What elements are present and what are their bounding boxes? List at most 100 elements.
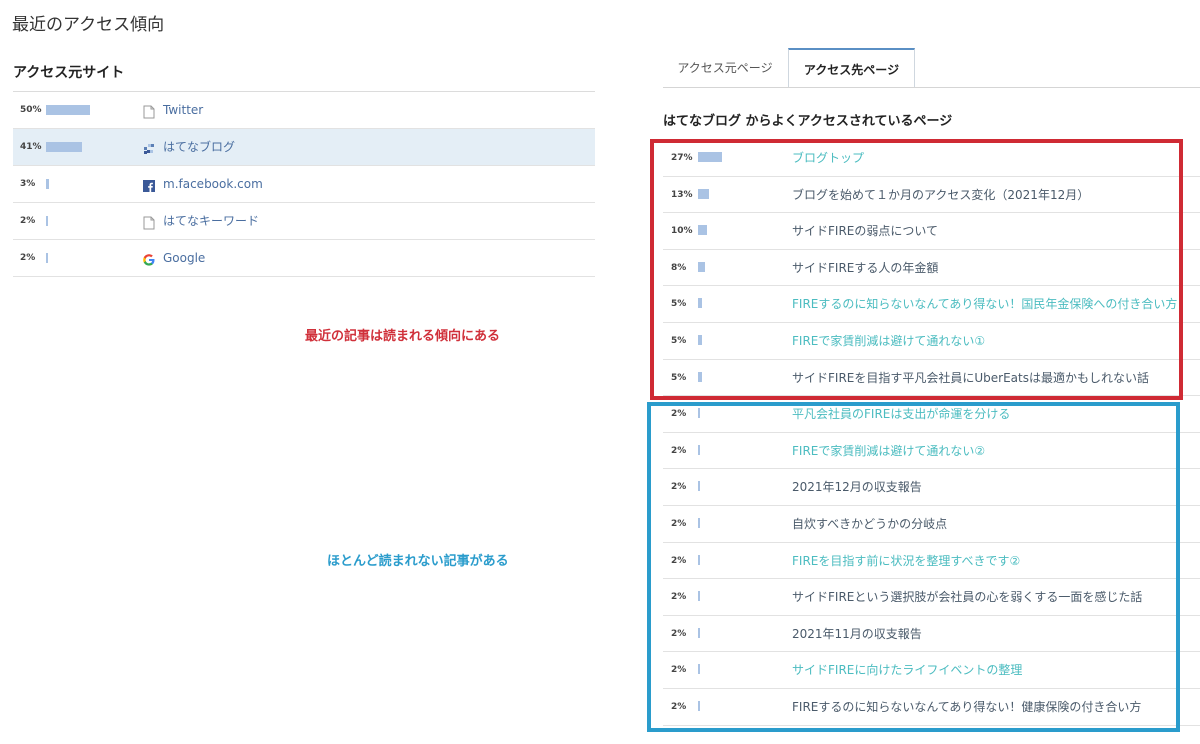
share-bar <box>698 408 700 419</box>
page-link[interactable]: サイドFIREを目指す平凡会社員にUberEatsは最適かもしれない話 <box>792 360 1149 396</box>
annotation-red-note: 最近の記事は読まれる傾向にある <box>305 329 501 344</box>
destination-row[interactable]: 2% FIREを目指す前に状況を整理すべきです② <box>663 543 1200 580</box>
destination-row[interactable]: 5% FIREで家賃削減は避けて通れない① <box>663 323 1200 360</box>
page-link[interactable]: 平凡会社員のFIREは支出が命運を分ける <box>792 396 1010 432</box>
page-link[interactable]: 2021年11月の収支報告 <box>792 616 922 652</box>
share-bar <box>698 517 700 528</box>
tab-destination-pages[interactable]: アクセス先ページ <box>788 48 915 88</box>
share-percent: 2% <box>671 628 687 639</box>
page-link[interactable]: FIREで家賃削減は避けて通れない② <box>792 433 985 469</box>
page-link[interactable]: サイドFIREという選択肢が会社員の心を弱くする一面を感じた話 <box>792 579 1142 615</box>
page-link[interactable]: 2021年12月の収支報告 <box>792 469 922 505</box>
destination-pages-list: 27% ブログトップ 13% ブログを始めて１か月のアクセス変化（2021年12月） 1… <box>663 140 1200 726</box>
destination-row[interactable]: 10% サイドFIREの弱点について <box>663 213 1200 250</box>
referrer-link[interactable]: はてなキーワード <box>163 203 259 240</box>
referrer-row[interactable]: 2% はてなキーワード <box>13 203 595 240</box>
share-bar <box>46 253 48 263</box>
share-bar <box>698 334 703 345</box>
referrer-sites-heading: アクセス元サイト <box>13 60 595 92</box>
page-link[interactable]: サイドFIREの弱点について <box>792 213 938 249</box>
share-percent: 5% <box>671 335 687 346</box>
share-percent: 2% <box>671 555 687 566</box>
share-bar <box>698 261 706 272</box>
share-bar <box>46 216 48 226</box>
referrer-link[interactable]: Twitter <box>163 92 203 129</box>
share-bar <box>698 371 703 382</box>
page-link[interactable]: ブログトップ <box>792 140 864 176</box>
share-bar <box>46 105 90 115</box>
page-link[interactable]: 自炊すべきかどうかの分岐点 <box>792 506 947 542</box>
tab-divider <box>663 87 1200 88</box>
share-percent: 2% <box>20 216 36 226</box>
share-percent: 5% <box>671 372 687 383</box>
destination-row[interactable]: 2% サイドFIREに向けたライフイベントの整理 <box>663 652 1200 689</box>
page-link[interactable]: ブログを始めて１か月のアクセス変化（2021年12月） <box>792 177 1089 213</box>
share-bar <box>698 664 700 675</box>
share-bar <box>46 142 83 152</box>
destination-row[interactable]: 2% FIREするのに知らないなんてあり得ない！健康保険の付き合い方 <box>663 689 1200 726</box>
page-link[interactable]: サイドFIREに向けたライフイベントの整理 <box>792 652 1022 688</box>
share-percent: 8% <box>671 262 687 273</box>
tab-source-pages[interactable]: アクセス元ページ <box>663 48 787 88</box>
share-bar <box>46 179 49 189</box>
referrer-row[interactable]: 50% Twitter <box>13 92 595 129</box>
share-percent: 5% <box>671 299 687 310</box>
referrer-row[interactable]: 3% m.facebook.com <box>13 166 595 203</box>
google-icon <box>143 252 155 266</box>
annotation-blue-note: ほとんど読まれない記事がある <box>327 554 509 569</box>
document-icon <box>143 104 155 119</box>
destination-row[interactable]: 2% サイドFIREという選択肢が会社員の心を弱くする一面を感じた話 <box>663 579 1200 616</box>
share-percent: 2% <box>671 409 687 420</box>
page-link[interactable]: サイドFIREする人の年金額 <box>792 250 938 286</box>
share-bar <box>698 152 722 162</box>
destination-row[interactable]: 2% 平凡会社員のFIREは支出が命運を分ける <box>663 396 1200 433</box>
destination-row[interactable]: 2% 自炊すべきかどうかの分岐点 <box>663 506 1200 543</box>
share-percent: 41% <box>20 142 42 152</box>
page-tabs: アクセス元ページ アクセス先ページ <box>663 48 1200 88</box>
share-bar <box>698 591 700 602</box>
page-link[interactable]: FIREを目指す前に状況を整理すべきです② <box>792 543 1020 579</box>
destination-row[interactable]: 5% FIREするのに知らないなんてあり得ない！国民年金保険への付き合い方 <box>663 286 1200 323</box>
destination-row[interactable]: 13% ブログを始めて１か月のアクセス変化（2021年12月） <box>663 177 1200 214</box>
referrer-link[interactable]: はてなブログ <box>163 129 235 166</box>
share-percent: 50% <box>20 105 42 115</box>
page-title: 最近のアクセス傾向 <box>12 15 165 35</box>
share-bar <box>698 481 700 492</box>
share-bar <box>698 298 703 309</box>
destination-row[interactable]: 2% 2021年11月の収支報告 <box>663 616 1200 653</box>
destination-row[interactable]: 5% サイドFIREを目指す平凡会社員にUberEatsは最適かもしれない話 <box>663 360 1200 397</box>
share-bar <box>698 554 700 565</box>
referrer-link[interactable]: Google <box>163 240 205 277</box>
share-percent: 10% <box>671 226 693 237</box>
referrer-sites-list: 50% Twitter 41% はてなブログ 3% m.facebook.com 2% はてな… <box>13 92 595 277</box>
share-percent: 2% <box>671 665 687 676</box>
page-link[interactable]: FIREで家賃削減は避けて通れない① <box>792 323 985 359</box>
share-percent: 2% <box>671 445 687 456</box>
share-bar <box>698 627 700 638</box>
destination-row[interactable]: 27% ブログトップ <box>663 140 1200 177</box>
share-bar <box>698 700 700 711</box>
share-percent: 2% <box>671 701 687 712</box>
share-percent: 2% <box>671 482 687 493</box>
destination-pages-heading: はてなブログ からよくアクセスされているページ <box>663 114 953 129</box>
share-percent: 2% <box>20 253 36 263</box>
destination-row[interactable]: 8% サイドFIREする人の年金額 <box>663 250 1200 287</box>
document-icon <box>143 215 155 230</box>
hatena-blog-icon <box>143 141 155 155</box>
share-percent: 3% <box>20 179 36 189</box>
referrer-row[interactable]: 41% はてなブログ <box>13 129 595 166</box>
page-link[interactable]: FIREするのに知らないなんてあり得ない！健康保険の付き合い方 <box>792 689 1141 725</box>
destination-row[interactable]: 2% FIREで家賃削減は避けて通れない② <box>663 433 1200 470</box>
page-link[interactable]: FIREするのに知らないなんてあり得ない！国民年金保険への付き合い方 <box>792 286 1177 322</box>
referrer-sites-panel: アクセス元サイト 50% Twitter 41% はてなブログ 3% m.facebook… <box>13 60 595 277</box>
referrer-link[interactable]: m.facebook.com <box>163 166 263 203</box>
share-percent: 2% <box>671 518 687 529</box>
destination-row[interactable]: 2% 2021年12月の収支報告 <box>663 469 1200 506</box>
share-bar <box>698 188 710 199</box>
share-bar <box>698 225 707 236</box>
share-percent: 2% <box>671 592 687 603</box>
share-percent: 13% <box>671 189 693 200</box>
referrer-row[interactable]: 2% Google <box>13 240 595 277</box>
share-bar <box>698 444 700 455</box>
facebook-icon <box>143 178 155 192</box>
